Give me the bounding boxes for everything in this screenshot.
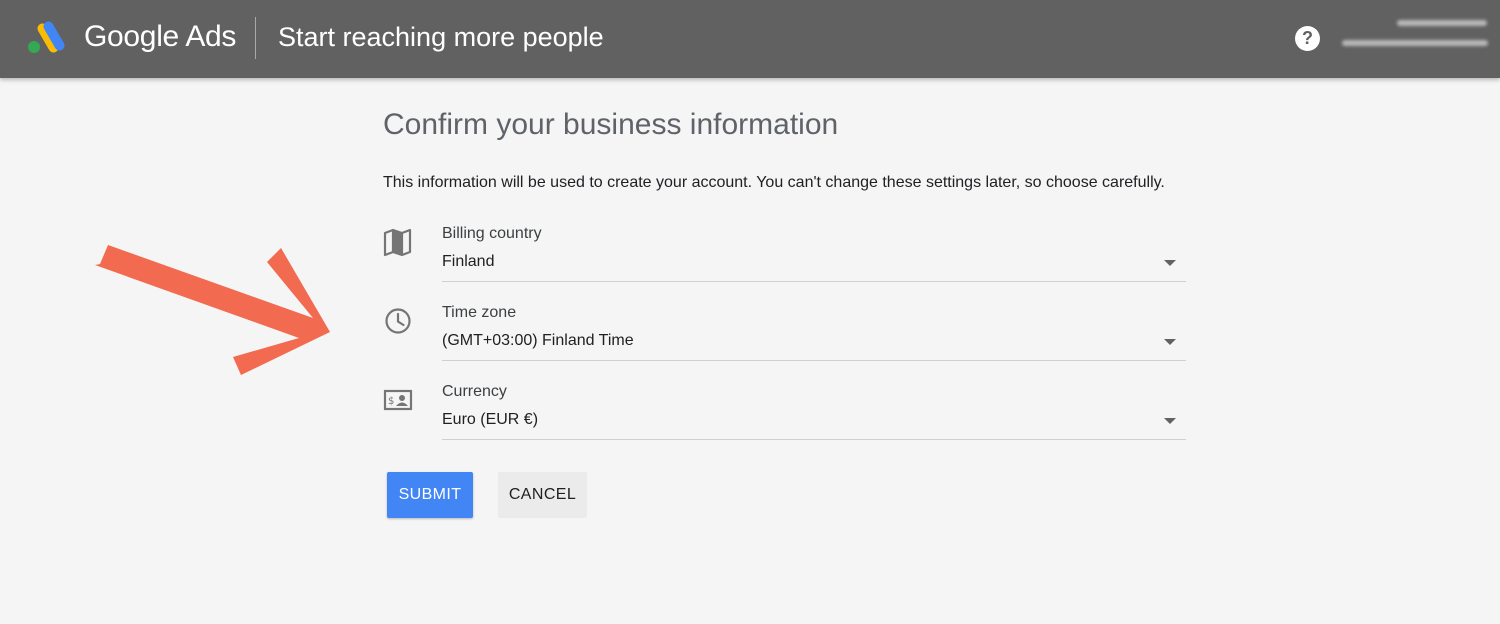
time-zone-value: (GMT+03:00) Finland Time (442, 332, 634, 349)
currency-label: Currency (442, 383, 507, 400)
currency-icon: $ (383, 389, 413, 411)
top-app-bar: Google Ads Start reaching more people ? (0, 0, 1500, 78)
currency-field: $ Currency Euro (EUR €) (383, 381, 1186, 461)
page-subtitle: This information will be used to create … (383, 174, 1165, 191)
time-zone-select[interactable]: (GMT+03:00) Finland Time (442, 324, 1186, 361)
svg-text:$: $ (388, 396, 394, 407)
chevron-down-icon (1164, 339, 1176, 345)
currency-value: Euro (EUR €) (442, 411, 539, 428)
cancel-button[interactable]: CANCEL (498, 472, 587, 518)
billing-country-label: Billing country (442, 225, 542, 242)
page-headline: Start reaching more people (278, 22, 604, 52)
map-icon (383, 228, 412, 257)
billing-country-select[interactable]: Finland (442, 245, 1186, 282)
page-title: Confirm your business information (383, 108, 839, 141)
time-zone-field: Time zone (GMT+03:00) Finland Time (383, 302, 1186, 382)
brand-name: Google Ads (84, 20, 237, 53)
billing-country-field: Billing country Finland (383, 223, 1186, 303)
clock-icon (385, 308, 411, 334)
submit-button[interactable]: SUBMIT (387, 472, 473, 518)
currency-select[interactable]: Euro (EUR €) (442, 403, 1186, 440)
header-divider (255, 17, 256, 59)
billing-country-value: Finland (442, 253, 495, 270)
help-icon[interactable]: ? (1295, 26, 1320, 51)
chevron-down-icon (1164, 418, 1176, 424)
annotation-arrow (95, 245, 330, 375)
time-zone-label: Time zone (442, 304, 517, 321)
google-ads-logo-icon (28, 21, 65, 53)
chevron-down-icon (1164, 260, 1176, 266)
account-info[interactable] (1342, 16, 1488, 56)
